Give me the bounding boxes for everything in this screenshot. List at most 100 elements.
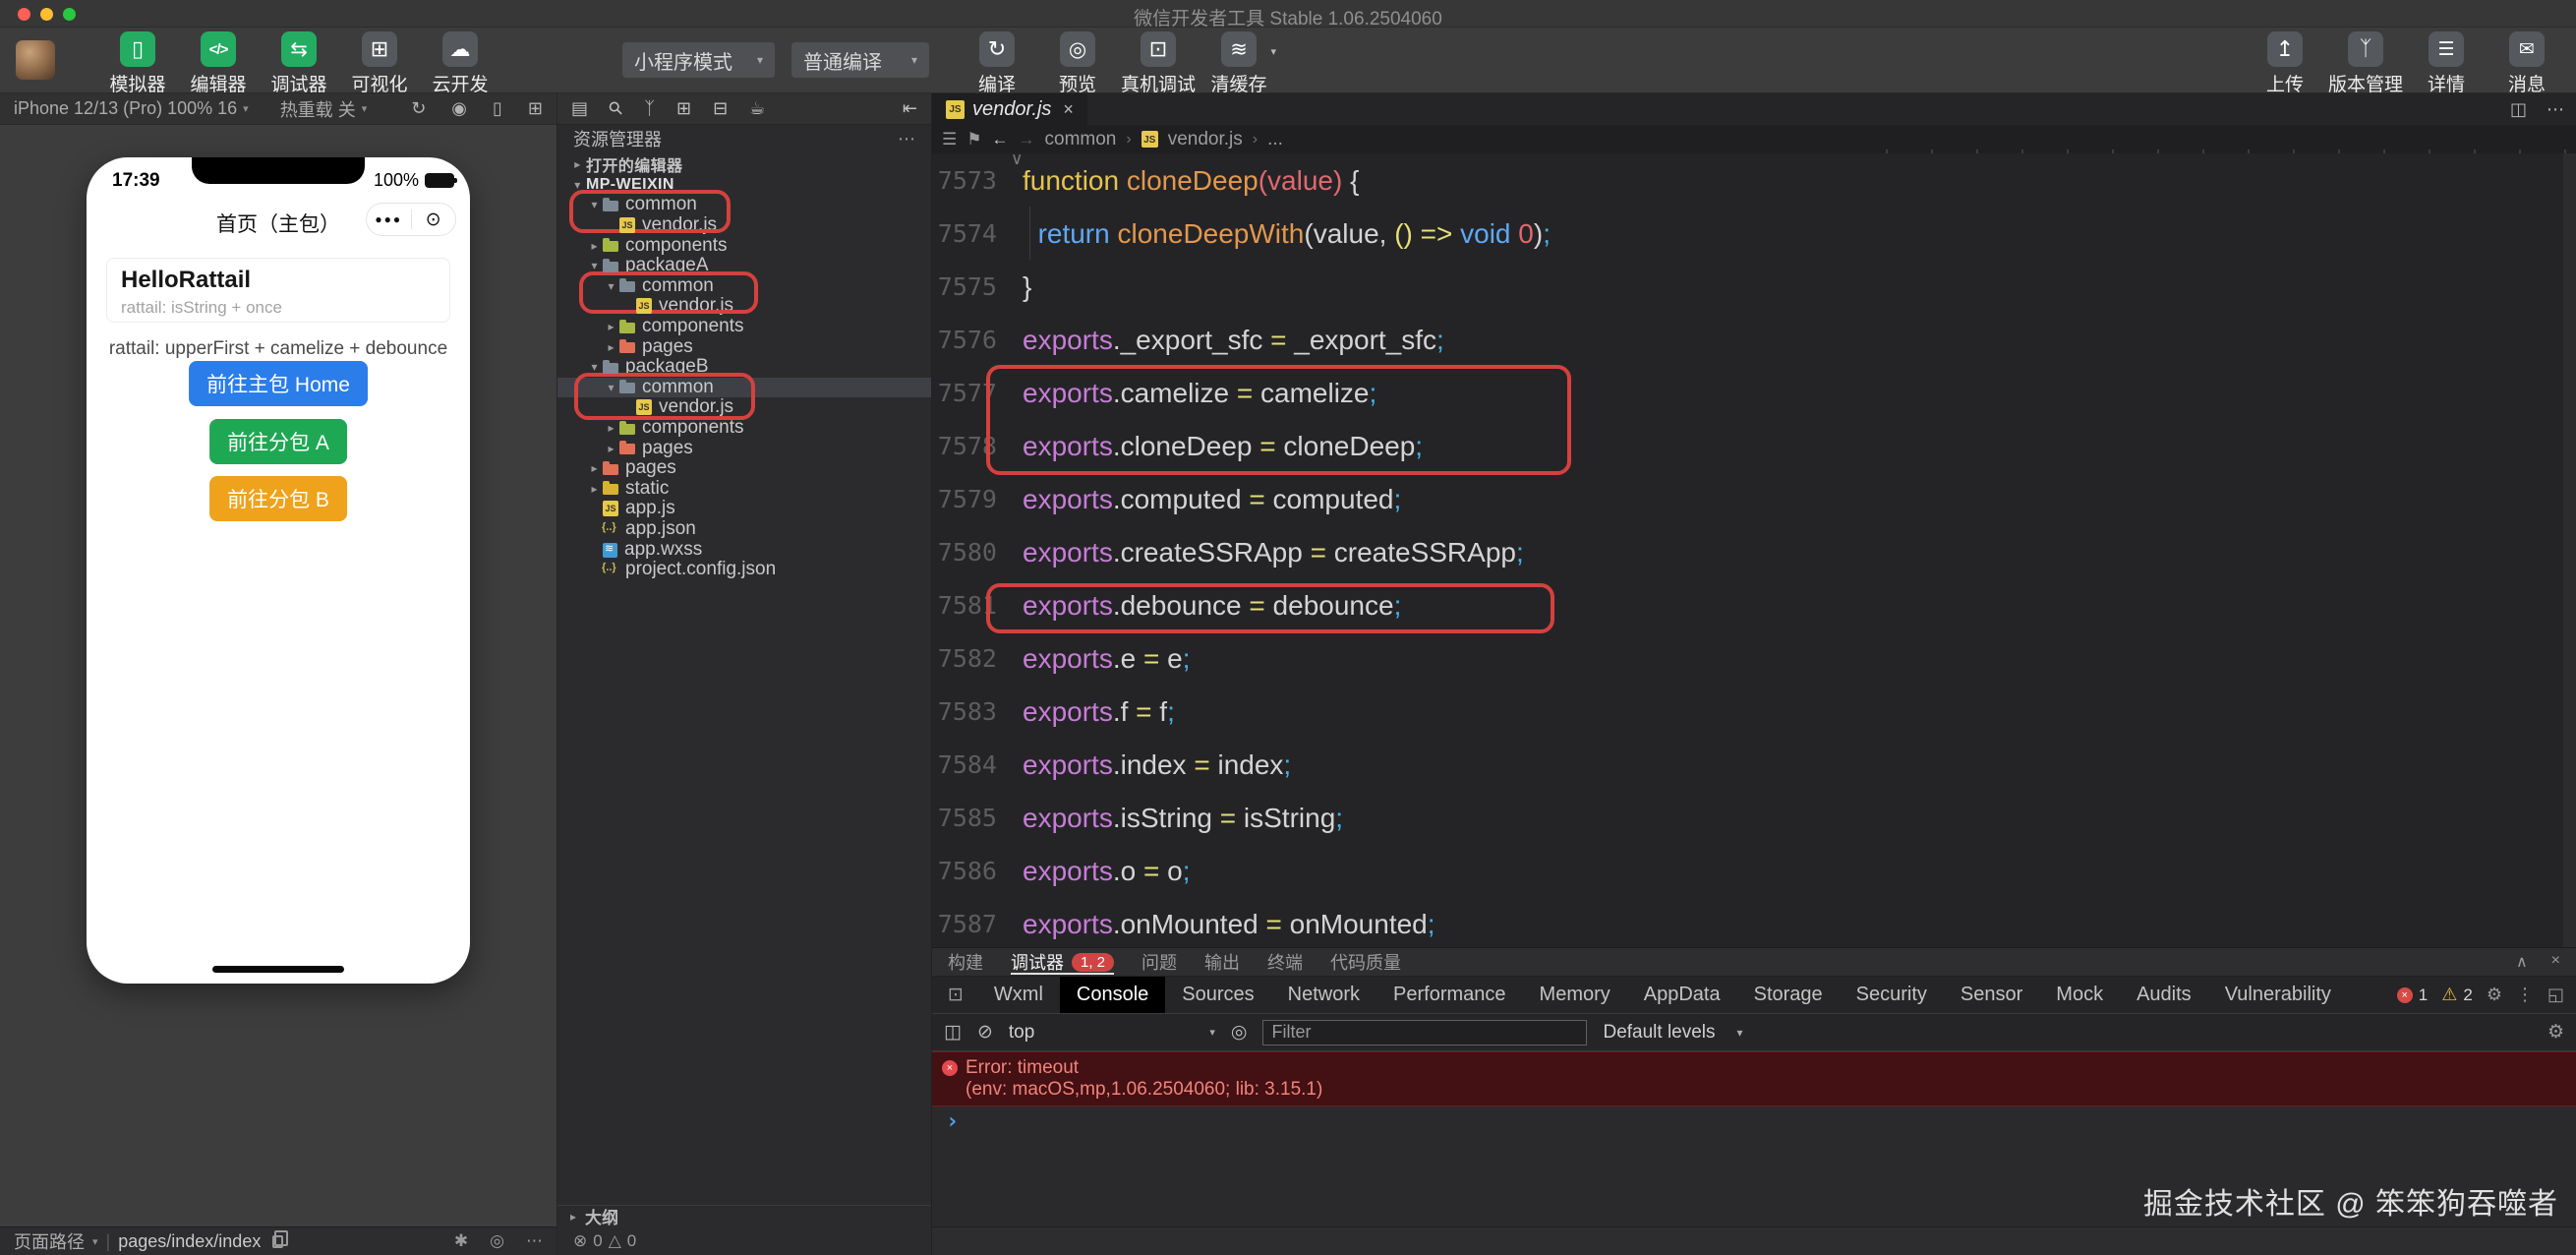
record-icon[interactable]: ◉ [451, 98, 467, 119]
tree-item[interactable]: ▾ packageB [557, 357, 931, 378]
devtools-tab[interactable]: Wxml [977, 977, 1060, 1013]
panel-tab[interactable]: 问题 [1142, 948, 1177, 976]
close-icon[interactable]: × [1063, 99, 1074, 120]
toolbar-button[interactable]: 编辑器 [183, 31, 254, 96]
devtools-tab[interactable]: Mock [2039, 977, 2120, 1013]
toolbar-button[interactable]: 调试器 [263, 31, 334, 96]
toolbar-button[interactable]: 预览 [1042, 31, 1113, 96]
problems-row[interactable]: ⊗ 0 △ 0 [557, 1226, 931, 1255]
context-select[interactable]: top ▾ [1009, 1022, 1215, 1044]
close-panel-icon[interactable]: × [2551, 952, 2560, 972]
console-prompt-row[interactable]: › [932, 1106, 2576, 1136]
console-sidebar-icon[interactable]: ◫ [944, 1021, 962, 1044]
tree-item[interactable]: app.wxss [557, 539, 931, 560]
tree-item[interactable]: ▸ 打开的编辑器 [557, 154, 931, 175]
bookmark-icon[interactable]: ⚑ [966, 130, 981, 149]
tree-item[interactable]: ▸ components [557, 317, 931, 337]
tree-item[interactable]: app.js [557, 499, 931, 519]
rotate-icon[interactable]: ↻ [411, 98, 426, 119]
devtools-tab[interactable]: Console [1060, 977, 1165, 1013]
toolbar-button[interactable]: 详情 [2411, 31, 2482, 96]
tree-item[interactable]: ▸ components [557, 418, 931, 439]
appearance-icon[interactable]: ☕ [749, 98, 765, 119]
more-icon[interactable]: ⋯ [2547, 99, 2564, 120]
outline-list-icon[interactable]: ☰ [942, 130, 957, 149]
fold-chevron-icon[interactable]: ∨ [1011, 153, 1023, 169]
devtools-tab[interactable]: Storage [1737, 977, 1840, 1013]
devtools-tab[interactable]: Sensor [1944, 977, 2039, 1013]
toolbar-button[interactable]: 真机调试 [1123, 31, 1194, 96]
copy-icon[interactable] [272, 1235, 283, 1248]
levels-select[interactable]: Default levels ▾ [1603, 1022, 1742, 1044]
eye-icon[interactable]: ◎ [490, 1231, 504, 1251]
goto-package-b-button[interactable]: 前往分包 B [209, 476, 347, 521]
bug-icon[interactable]: ✱ [454, 1231, 468, 1251]
user-avatar[interactable] [16, 40, 55, 80]
panel-tab[interactable]: 调试器 1, 2 [1011, 948, 1114, 976]
clear-console-icon[interactable]: ⊘ [977, 1021, 993, 1044]
devtools-tab[interactable]: Memory [1523, 977, 1627, 1013]
devtools-tab[interactable]: Performance [1376, 977, 1523, 1013]
tree-item[interactable]: ▸ pages [557, 336, 931, 357]
error-badge-icon[interactable]: × [2397, 987, 2413, 1003]
tree-item[interactable]: vendor.js [557, 296, 931, 317]
dock-side-icon[interactable]: ◱ [2547, 985, 2564, 1005]
toolbar-button[interactable]: 上传 [2250, 31, 2320, 96]
split-editor-icon[interactable]: ◫ [2510, 99, 2527, 120]
collapse-panel-icon[interactable]: ∧ [2516, 952, 2528, 972]
kebab-menu-icon[interactable]: ⋮ [2516, 985, 2534, 1005]
toolbar-button[interactable]: 版本管理 [2330, 31, 2401, 96]
tree-item[interactable]: vendor.js [557, 215, 931, 236]
devtools-tab[interactable]: Network [1271, 977, 1376, 1013]
more-menu-icon[interactable]: ●●● [367, 212, 411, 226]
tree-item[interactable]: vendor.js [557, 397, 931, 418]
goto-package-a-button[interactable]: 前往分包 A [209, 419, 347, 464]
warning-badge-icon[interactable]: ⚠ [2441, 985, 2457, 1005]
mode-select[interactable]: 小程序模式 ▾ [622, 42, 775, 78]
breadcrumb-symbol[interactable]: ... [1267, 129, 1283, 150]
close-target-icon[interactable]: ⊙ [412, 209, 456, 231]
more-icon[interactable]: ⋯ [526, 1231, 543, 1251]
panel-tab[interactable]: 终端 [1267, 948, 1303, 976]
forward-icon[interactable]: → [1019, 130, 1035, 149]
more-icon[interactable]: ⋯ [898, 129, 915, 149]
compile-select[interactable]: 普通编译 ▾ [791, 42, 929, 78]
device-select[interactable]: iPhone 12/13 (Pro) 100% 16 [14, 98, 237, 119]
code-editor[interactable]: ∨ 7573 function cloneDeep(value) { 7574 … [932, 153, 2576, 947]
breadcrumb-file[interactable]: vendor.js [1168, 129, 1243, 150]
toolbar-button[interactable]: 模拟器 [102, 31, 173, 96]
panel-tab[interactable]: 构建 [948, 948, 983, 976]
tree-item[interactable]: ▸ static [557, 479, 931, 500]
tree-item[interactable]: ▾ common [557, 195, 931, 215]
goto-home-button[interactable]: 前往主包 Home [189, 361, 368, 406]
editor-scrollbar[interactable] [2563, 153, 2576, 947]
tab-vendor-js[interactable]: vendor.js × [932, 93, 1087, 125]
panel-tab[interactable]: 代码质量 [1330, 948, 1401, 976]
toolbar-button[interactable]: 可视化 [344, 31, 415, 96]
tree-item[interactable]: ▾ common [557, 378, 931, 398]
gear-icon[interactable]: ⚙ [2487, 985, 2502, 1005]
tree-item[interactable]: ▸ pages [557, 438, 931, 458]
tree-item[interactable]: ▸ components [557, 235, 931, 256]
storage-icon[interactable]: ⊟ [713, 98, 728, 119]
eye-icon[interactable]: ◎ [1231, 1021, 1248, 1044]
search-icon[interactable]: ⚲ [605, 96, 628, 120]
hot-reload-toggle[interactable]: 热重载 关 [280, 96, 356, 122]
device-frame-icon[interactable]: ▯ [493, 98, 502, 119]
toolbar-button[interactable]: 消息 [2491, 31, 2562, 96]
console-settings-gear-icon[interactable]: ⚙ [2547, 1021, 2564, 1044]
inspect-element-icon[interactable]: ⊡ [948, 984, 964, 1006]
toolbar-button[interactable]: ▾ 清缓存 [1203, 31, 1274, 96]
git-ref-icon[interactable]: ᛉ [644, 98, 655, 119]
tree-item[interactable]: ▾ packageA [557, 256, 931, 276]
panel-tab[interactable]: 输出 [1204, 948, 1240, 976]
toolbar-button[interactable]: 编译 [962, 31, 1032, 96]
devtools-tab[interactable]: Vulnerability [2208, 977, 2348, 1013]
back-icon[interactable]: ← [992, 130, 1009, 149]
tree-item[interactable]: ▸ pages [557, 458, 931, 479]
tree-item[interactable]: app.json [557, 519, 931, 540]
breadcrumb-folder[interactable]: common [1045, 129, 1117, 150]
tree-item[interactable]: ▾ MP-WEIXIN [557, 175, 931, 196]
devtools-tab[interactable]: Audits [2120, 977, 2208, 1013]
files-icon[interactable]: ▤ [571, 98, 588, 119]
